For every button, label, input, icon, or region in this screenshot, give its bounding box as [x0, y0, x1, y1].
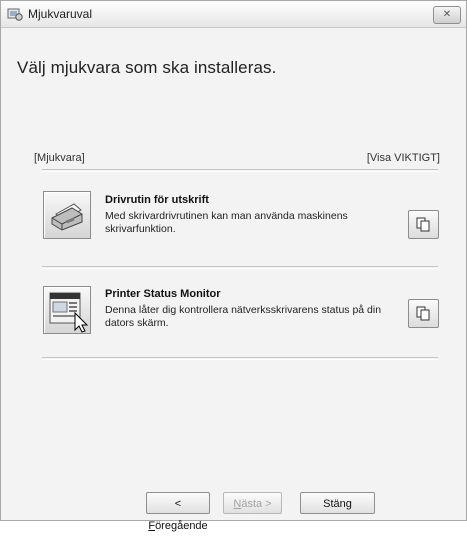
next-button[interactable]: Nästa > — [223, 492, 282, 514]
status-monitor-button[interactable] — [43, 286, 91, 334]
printer-driver-description: Med skrivardrivrutinen kan man använda m… — [105, 210, 385, 236]
installer-window: Mjukvaruval ✕ Välj mjukvara som ska inst… — [0, 0, 467, 532]
status-monitor-readme-button[interactable] — [408, 299, 439, 328]
back-button-label: öregående — [155, 520, 208, 532]
window-title: Mjukvaruval — [28, 7, 93, 21]
back-button[interactable]: < Föregående — [146, 492, 210, 532]
printer-driver-desc-line-2: skrivarfunktion. — [105, 223, 176, 235]
copy-document-icon — [416, 306, 430, 321]
back-button-access-key: F — [148, 520, 156, 532]
status-monitor-title: Printer Status Monitor — [105, 288, 221, 300]
show-important-link[interactable]: [Visa VIKTIGT] — [367, 152, 440, 164]
status-monitor-icon — [49, 292, 89, 333]
divider — [42, 357, 438, 360]
close-window-button[interactable]: ✕ — [433, 6, 461, 24]
copy-document-icon — [416, 217, 430, 232]
printer-driver-button[interactable] — [43, 191, 91, 239]
status-monitor-description: Denna låter dig kontrollera nätverksskri… — [105, 304, 385, 330]
printer-icon — [51, 203, 83, 231]
divider — [42, 169, 438, 172]
close-button[interactable]: Stäng — [300, 492, 375, 514]
printer-driver-title: Drivrutin för utskrift — [105, 194, 209, 206]
application-icon — [7, 8, 23, 21]
status-monitor-desc-line-2: dators skärm. — [105, 317, 169, 329]
printer-driver-desc-line-1: Med skrivardrivrutinen kan man använda m… — [105, 210, 348, 222]
software-column-label: [Mjukvara] — [34, 152, 85, 164]
status-monitor-desc-line-1: Denna låter dig kontrollera nätverksskri… — [105, 304, 382, 316]
page-heading: Välj mjukvara som ska installeras. — [17, 58, 277, 77]
back-button-prefix: < — [174, 498, 182, 510]
printer-driver-readme-button[interactable] — [408, 210, 439, 239]
next-button-label: ästa > — [241, 498, 272, 510]
divider — [42, 266, 438, 269]
title-bar: Mjukvaruval ✕ — [1, 1, 466, 28]
